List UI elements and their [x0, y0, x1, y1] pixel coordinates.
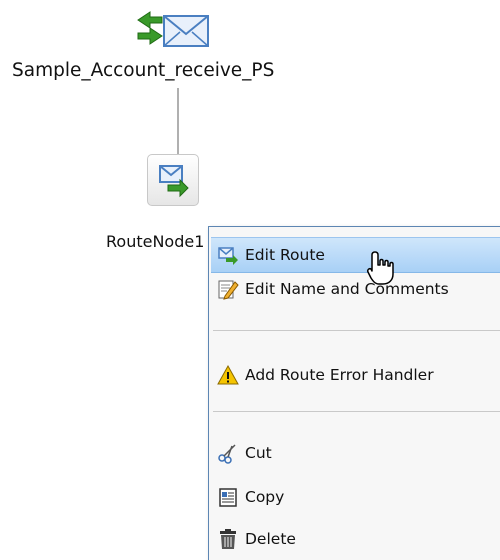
trash-icon: [220, 529, 236, 549]
warning-icon: [217, 364, 239, 385]
menu-item-label: Add Route Error Handler: [245, 366, 434, 384]
menu-separator: [213, 411, 500, 412]
menu-item-label: Copy: [245, 488, 285, 506]
proxy-service-label[interactable]: Sample_Account_receive_PS: [0, 60, 500, 81]
menu-separator: [213, 330, 500, 331]
flow-connector: [177, 88, 179, 154]
context-menu: Edit Route Edit Name and Comments Add Ro…: [208, 226, 500, 560]
pencil-icon: [218, 280, 239, 300]
menu-item-label: Edit Name and Comments: [245, 280, 449, 298]
proxy-service-icon[interactable]: [134, 10, 214, 58]
menu-item-edit-route[interactable]: Edit Route: [211, 237, 500, 273]
hand-cursor-icon: [367, 251, 394, 285]
menu-item-label: Delete: [245, 530, 296, 548]
menu-item-cut[interactable]: Cut: [211, 436, 500, 470]
menu-item-label: Cut: [245, 444, 272, 462]
route-node[interactable]: [147, 154, 199, 206]
menu-item-delete[interactable]: Delete: [211, 522, 500, 556]
menu-item-label: Edit Route: [245, 246, 325, 264]
scissors-icon: [218, 444, 236, 464]
copy-icon: [219, 488, 237, 507]
menu-item-edit-name-comments[interactable]: Edit Name and Comments: [211, 272, 500, 306]
route-node-icon: [159, 165, 189, 198]
menu-item-copy[interactable]: Copy: [211, 480, 500, 514]
edit-route-icon: [218, 247, 238, 265]
pipeline-canvas: Sample_Account_receive_PS RouteNode1 Edi…: [0, 0, 500, 560]
menu-item-add-route-error-handler[interactable]: Add Route Error Handler: [211, 358, 500, 392]
route-node-label[interactable]: RouteNode1: [106, 232, 208, 251]
